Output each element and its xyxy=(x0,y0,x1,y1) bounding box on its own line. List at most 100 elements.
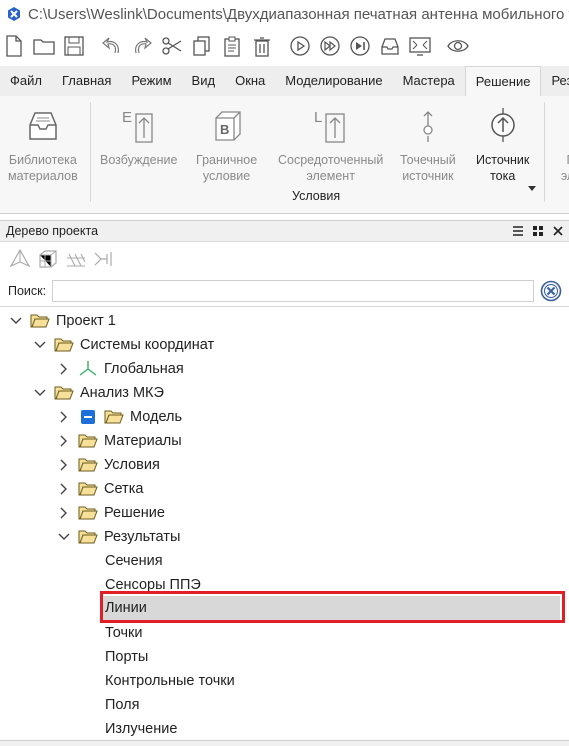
tree-node-label: Линии xyxy=(105,600,147,616)
tree-node-points[interactable]: Точки xyxy=(105,621,142,645)
tree-node-conditions[interactable]: Условия xyxy=(56,453,160,477)
tree-node-project[interactable]: Проект 1 xyxy=(8,309,116,333)
redo-icon xyxy=(135,37,152,54)
panel-close-button[interactable] xyxy=(549,222,567,240)
tree-node-label: Модель xyxy=(130,409,183,425)
clear-search-button[interactable] xyxy=(540,280,562,302)
skip-circle-icon xyxy=(350,36,370,56)
search-input[interactable] xyxy=(52,280,534,302)
open-folder-icon xyxy=(54,385,74,401)
new-file-button[interactable] xyxy=(0,31,28,61)
chevron-right-icon[interactable] xyxy=(56,505,72,521)
view-button[interactable] xyxy=(444,31,472,61)
tray-icon xyxy=(381,38,399,55)
tree-node-solution[interactable]: Решение xyxy=(56,501,165,525)
paste-button[interactable] xyxy=(218,31,246,61)
tab-wizards[interactable]: Мастера xyxy=(393,66,465,96)
new-file-icon xyxy=(6,35,22,57)
tree-node-lines[interactable]: Линии xyxy=(103,596,560,620)
tree-node-global[interactable]: Глобальная xyxy=(56,357,184,381)
excitation-label: Возбуждение xyxy=(100,153,178,167)
point-source-label: Точечный источник xyxy=(400,153,456,183)
tree-node-label: Условия xyxy=(104,457,160,473)
undo-button[interactable] xyxy=(98,31,126,61)
boundary-condition-label: Граничное условие xyxy=(196,153,258,183)
tree-node-sensors[interactable]: Сенсоры ППЭ xyxy=(105,573,201,597)
material-library-button[interactable]: Библиотека материалов xyxy=(8,104,78,184)
tab-mode[interactable]: Режим xyxy=(121,66,181,96)
open-folder-icon xyxy=(78,457,98,473)
tree-node-mesh[interactable]: Сетка xyxy=(56,477,143,501)
tab-file[interactable]: Файл xyxy=(0,66,52,96)
tab-home[interactable]: Главная xyxy=(52,66,121,96)
chevron-down-icon[interactable] xyxy=(8,313,24,329)
chevron-right-icon[interactable] xyxy=(56,481,72,497)
redo-button[interactable] xyxy=(128,31,156,61)
app-logo-icon xyxy=(8,7,20,21)
run-to-end-button[interactable] xyxy=(346,31,374,61)
quick-access-toolbar xyxy=(0,28,569,64)
tab-modeling[interactable]: Моделирование xyxy=(275,66,392,96)
tab-windows[interactable]: Окна xyxy=(225,66,275,96)
open-folder-icon xyxy=(30,313,50,329)
run-fast-button[interactable] xyxy=(316,31,344,61)
excitation-button[interactable]: E Возбуждение xyxy=(100,104,177,168)
chevron-down-icon[interactable] xyxy=(56,529,72,545)
panel-float-button[interactable] xyxy=(529,222,547,240)
tree-node-label: Сетка xyxy=(104,481,144,497)
chevron-right-icon[interactable] xyxy=(56,361,72,377)
chevron-right-icon[interactable] xyxy=(56,409,72,425)
cut-button[interactable] xyxy=(158,31,186,61)
delete-button[interactable] xyxy=(248,31,276,61)
tree-node-results[interactable]: Результаты xyxy=(56,525,180,549)
fit-view-button[interactable] xyxy=(406,31,434,61)
panel-title: Дерево проекта xyxy=(6,224,99,238)
tree-node-fem-analysis[interactable]: Анализ МКЭ xyxy=(32,381,164,405)
svg-text:L: L xyxy=(314,109,322,126)
run-button[interactable] xyxy=(286,31,314,61)
open-folder-icon xyxy=(78,433,98,449)
tree-node-radiation[interactable]: Излучение xyxy=(105,717,177,741)
panel-menu-button[interactable] xyxy=(509,222,527,240)
chevron-right-icon[interactable] xyxy=(56,433,72,449)
boundary-condition-button[interactable]: B Граничное условие xyxy=(196,104,257,184)
partial-ribbon-button[interactable]: П эле xyxy=(551,104,569,184)
tree-node-model[interactable]: Модель xyxy=(56,405,182,429)
current-source-button[interactable]: Источник тока xyxy=(476,104,536,191)
tree-node-fields[interactable]: Поля xyxy=(105,693,139,717)
tree-node-label: Сенсоры ППЭ xyxy=(105,577,201,593)
excitation-icon: E xyxy=(122,109,153,143)
open-folder-icon xyxy=(33,39,55,55)
tray-button[interactable] xyxy=(376,31,404,61)
copy-button[interactable] xyxy=(188,31,216,61)
tree-node-materials[interactable]: Материалы xyxy=(56,429,182,453)
lumped-element-icon: L xyxy=(314,109,345,143)
tree-node-label: Порты xyxy=(105,649,149,665)
tree-node-sections[interactable]: Сечения xyxy=(105,549,163,573)
chevron-down-icon[interactable] xyxy=(32,385,48,401)
chevron-right-icon[interactable] xyxy=(56,457,72,473)
point-source-button[interactable]: Точечный источник xyxy=(400,104,456,184)
ports-view-button[interactable] xyxy=(90,246,118,272)
model-checkbox-icon[interactable] xyxy=(78,409,98,425)
tree-node-control-points[interactable]: Контрольные точки xyxy=(105,669,235,693)
tree-node-label: Точки xyxy=(105,625,143,641)
tree-node-coordinate-systems[interactable]: Системы координат xyxy=(32,333,214,357)
pyramid-icon xyxy=(9,248,31,268)
lumped-element-button[interactable]: L Сосредоточенный элемент xyxy=(278,104,383,184)
hamburger-icon xyxy=(513,226,523,236)
window-title: C:\Users\Weslink\Documents\Двухдиапазонн… xyxy=(28,5,569,23)
copy-icon xyxy=(193,36,210,56)
save-button[interactable] xyxy=(60,31,88,61)
tab-view[interactable]: Вид xyxy=(182,66,226,96)
open-folder-button[interactable] xyxy=(30,31,58,61)
tab-results[interactable]: Рез xyxy=(541,66,569,96)
tree-node-ports[interactable]: Порты xyxy=(105,645,148,669)
geometry-view-button[interactable] xyxy=(6,246,34,272)
fit-screen-icon xyxy=(409,37,431,56)
tab-solution[interactable]: Решение xyxy=(464,66,542,96)
play-circle-icon xyxy=(290,36,310,56)
filter-view-button[interactable] xyxy=(62,246,90,272)
chevron-down-icon[interactable] xyxy=(32,337,48,353)
mesh-view-button[interactable] xyxy=(34,246,62,272)
